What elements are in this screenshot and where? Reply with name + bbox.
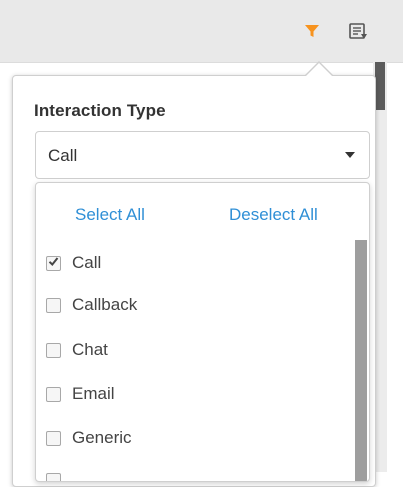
- dropdown-scrollbar[interactable]: [355, 240, 367, 481]
- interaction-type-label: Interaction Type: [34, 101, 166, 120]
- filter-panel-pointer-fill: [306, 63, 332, 76]
- select-all-link[interactable]: Select All: [75, 205, 145, 225]
- filter-icon: [304, 23, 320, 44]
- option-generic[interactable]: Generic: [46, 423, 132, 453]
- interaction-type-select[interactable]: Call: [35, 131, 370, 179]
- checkbox[interactable]: [46, 472, 61, 481]
- option-label: Callback: [72, 295, 138, 314]
- caret-down-icon: [345, 152, 355, 158]
- interaction-type-dropdown: Select All Deselect All Call Callback Ch…: [35, 182, 370, 482]
- checkbox[interactable]: [46, 430, 61, 446]
- checkmark-icon: [48, 254, 59, 272]
- filter-button[interactable]: [301, 22, 323, 44]
- option-label: Call: [72, 253, 102, 272]
- select-value: Call: [48, 146, 78, 165]
- dropdown-scrollbar-thumb[interactable]: [355, 240, 367, 481]
- option-email[interactable]: Email: [46, 379, 115, 409]
- option-call[interactable]: Call: [46, 248, 101, 278]
- checkbox[interactable]: [46, 386, 61, 402]
- export-icon: [348, 22, 368, 47]
- option-label: Email: [72, 384, 115, 403]
- page-scrollbar-thumb[interactable]: [375, 62, 385, 110]
- option-partial[interactable]: [46, 465, 61, 481]
- option-label: Chat: [72, 340, 108, 359]
- option-chat[interactable]: Chat: [46, 335, 108, 365]
- checkbox[interactable]: [46, 297, 61, 313]
- export-button[interactable]: [345, 21, 371, 47]
- deselect-all-link[interactable]: Deselect All: [229, 205, 318, 225]
- checkbox[interactable]: [46, 342, 61, 358]
- option-callback[interactable]: Callback: [46, 290, 137, 320]
- toolbar: [0, 0, 403, 63]
- option-label: Generic: [72, 428, 132, 447]
- checkbox[interactable]: [46, 254, 61, 272]
